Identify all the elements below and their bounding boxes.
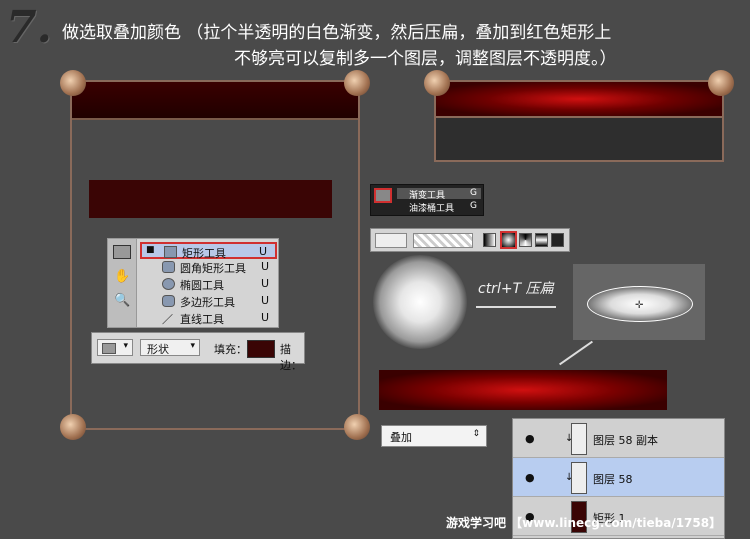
instruction-line-2: 不够亮可以复制多一个图层，调整图层不透明度。）: [234, 49, 617, 69]
red-glow-rectangle: [379, 370, 667, 410]
tool-item-polygon[interactable]: 多边形工具 U: [140, 293, 277, 310]
step-number: 7.: [6, 2, 52, 53]
tool-item-ellipse[interactable]: 椭圆工具 U: [140, 276, 277, 293]
diamond-gradient-icon[interactable]: [551, 233, 564, 247]
ornate-frame-right: [434, 80, 724, 162]
eye-icon[interactable]: ●: [525, 471, 535, 484]
reflected-gradient-icon[interactable]: [535, 233, 548, 247]
frame-body-dark: [434, 118, 724, 162]
zoom-tool-icon[interactable]: 🔍: [114, 293, 130, 308]
layer-thumbnail: [571, 423, 587, 455]
radial-gradient-icon[interactable]: [500, 231, 517, 249]
tool-item-paint-bucket[interactable]: 油漆桶工具 G: [397, 201, 481, 214]
ornament-corner-icon: [344, 70, 370, 96]
layer-thumbnail: [571, 462, 587, 494]
ornament-corner-icon: [708, 70, 734, 96]
white-radial-gradient: [373, 255, 467, 349]
hand-tool-icon[interactable]: ✋: [114, 269, 130, 284]
eye-icon[interactable]: ●: [525, 432, 535, 445]
chevron-updown-icon: ⇕: [472, 429, 480, 439]
gradient-preview[interactable]: [413, 233, 473, 248]
layer-row[interactable]: ● ↓ 图层 58 副本: [513, 419, 724, 458]
blend-mode-dropdown[interactable]: 叠加 ⇕: [381, 425, 487, 447]
shape-options-bar: ▾ 形状 ▾ 填充： 描边：: [91, 332, 305, 372]
tool-item-rectangle[interactable]: ■ 矩形工具 U: [140, 242, 277, 260]
chevron-down-icon: ▾: [123, 341, 128, 351]
gradient-options-bar: [370, 228, 570, 252]
toolbar-column: ✋ 🔍: [108, 239, 137, 327]
rounded-rectangle-icon: [162, 261, 175, 273]
ornament-corner-icon: [424, 70, 450, 96]
rectangle-icon: [164, 246, 177, 258]
angle-gradient-icon[interactable]: [519, 233, 532, 247]
layer-row[interactable]: ● ↓ 图层 58: [513, 458, 724, 497]
ornament-corner-icon: [344, 414, 370, 440]
tool-preset-picker[interactable]: ▾: [97, 339, 133, 356]
tool-item-line[interactable]: ／ 直线工具 U: [140, 310, 277, 327]
frame-header-red-glow: [434, 80, 724, 118]
fill-color-swatch[interactable]: [247, 340, 275, 358]
polygon-icon: [162, 295, 175, 307]
shape-mode-dropdown[interactable]: 形状 ▾: [140, 339, 200, 356]
linear-gradient-icon[interactable]: [483, 233, 496, 247]
ornament-corner-icon: [60, 414, 86, 440]
tool-item-gradient[interactable]: 渐变工具 G: [397, 188, 481, 201]
ornament-corner-icon: [60, 70, 86, 96]
rectangle-tool-icon[interactable]: [113, 245, 131, 259]
free-transform-preview: ✛: [573, 264, 705, 340]
gradient-tools-flyout: 渐变工具 G 油漆桶工具 G: [370, 184, 484, 216]
chevron-down-icon: ▾: [190, 341, 195, 351]
ellipse-icon: [162, 278, 175, 290]
tool-item-rounded-rectangle[interactable]: 圆角矩形工具 U: [140, 259, 277, 276]
shape-tools-flyout: ✋ 🔍 ■ 矩形工具 U 圆角矩形工具 U 椭圆工具 U 多边形工具 U ／ 直…: [107, 238, 279, 328]
gradient-tool-icon[interactable]: [374, 188, 392, 203]
annotation-text: ctrl+T 压扁: [478, 281, 554, 297]
line-icon: ／: [162, 313, 173, 326]
dark-red-rectangle: [89, 180, 332, 218]
crosshair-icon: ✛: [635, 300, 644, 311]
frame-header-dark: [72, 82, 358, 120]
arrow-down-left-icon: [559, 340, 593, 366]
watermark: 游戏学习吧 【www.linecg.com/tieba/1758】: [446, 516, 722, 530]
stroke-label: 描边：: [280, 343, 302, 372]
tool-preset-picker[interactable]: [375, 233, 407, 248]
arrow-right-icon: [476, 306, 556, 308]
instruction-line-1: 做选取叠加颜色 （拉个半透明的白色渐变，然后压扁，叠加到红色矩形上: [62, 23, 612, 43]
fill-label: 填充：: [214, 343, 247, 356]
